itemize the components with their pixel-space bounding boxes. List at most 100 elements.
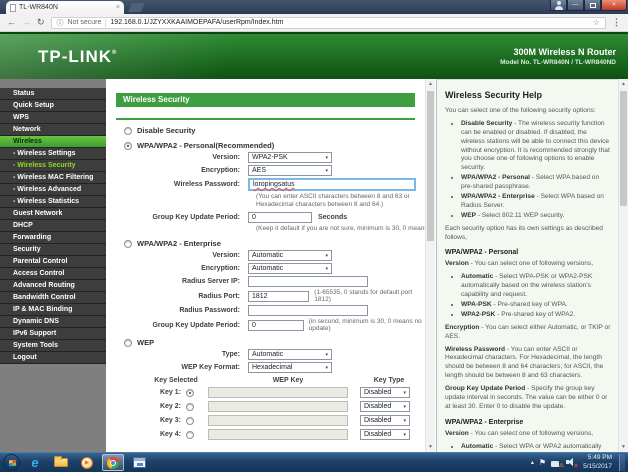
- wep-key-3-field[interactable]: [208, 415, 348, 427]
- bookmark-star-icon[interactable]: ☆: [593, 18, 600, 27]
- sidebar-item-quick-setup[interactable]: Quick Setup: [0, 100, 106, 112]
- profile-button[interactable]: [550, 0, 567, 11]
- sidebar-item-wireless[interactable]: Wireless: [0, 136, 106, 148]
- wep-key-2-type-select[interactable]: Disabled ▾: [360, 401, 410, 413]
- wep-format-select[interactable]: Hexadecimal ▾: [248, 362, 332, 374]
- radio-disable-security[interactable]: [124, 126, 132, 135]
- radius-ip-field[interactable]: [248, 276, 368, 288]
- sidebar-item-wireless-settings[interactable]: - Wireless Settings: [0, 148, 106, 160]
- sidebar-item-dynamic-dns[interactable]: Dynamic DNS: [0, 316, 106, 328]
- wep-key-2-field[interactable]: [208, 401, 348, 413]
- sidebar-item-ip-mac-binding[interactable]: IP & MAC Binding: [0, 304, 106, 316]
- sidebar-item-network[interactable]: Network: [0, 124, 106, 136]
- taskbar-explorer-icon[interactable]: [50, 454, 72, 471]
- radio-wep-key-3[interactable]: [186, 416, 194, 425]
- radio-wep-key-2[interactable]: [186, 402, 194, 411]
- taskbar-app-icon[interactable]: [128, 454, 150, 471]
- wep-key-1-type-select[interactable]: Disabled ▾: [360, 387, 410, 399]
- browser-menu-icon[interactable]: ⋮: [612, 18, 621, 27]
- help-scrollbar[interactable]: ▲ ▼: [618, 79, 628, 452]
- scroll-down-icon[interactable]: ▼: [619, 442, 628, 452]
- sidebar-item-access-control[interactable]: Access Control: [0, 268, 106, 280]
- wireless-password-value: loropingsatus: [253, 181, 295, 188]
- wpa-enterprise-option[interactable]: WPA/WPA2 - Enterprise: [124, 239, 425, 248]
- wep-key-4-type-select[interactable]: Disabled ▾: [360, 429, 410, 441]
- enterprise-gkup-field[interactable]: 0: [248, 319, 304, 331]
- wep-option[interactable]: WEP: [124, 338, 425, 347]
- sidebar-item-ipv6-support[interactable]: IPv6 Support: [0, 328, 106, 340]
- sidebar-item-wireless-security[interactable]: - Wireless Security: [0, 160, 106, 172]
- radio-wep-key-1[interactable]: [186, 388, 194, 397]
- maximize-button[interactable]: [584, 0, 601, 11]
- sidebar-item-logout[interactable]: Logout: [0, 352, 106, 364]
- wep-key-3-type-select[interactable]: Disabled ▾: [360, 415, 410, 427]
- scroll-up-icon[interactable]: ▲: [426, 79, 435, 89]
- definition: - You can select one of following versio…: [468, 260, 594, 268]
- content-scrollbar[interactable]: ▲ ▼: [425, 79, 435, 452]
- radio-wep[interactable]: [124, 338, 132, 347]
- sidebar-item-bandwidth-control[interactable]: Bandwidth Control: [0, 292, 106, 304]
- info-icon[interactable]: ⓘ: [57, 18, 64, 28]
- scroll-up-icon[interactable]: ▲: [619, 79, 628, 89]
- scrollbar-thumb[interactable]: [427, 91, 434, 241]
- start-button[interactable]: [3, 454, 20, 471]
- new-tab-button[interactable]: [127, 3, 146, 12]
- tab-close-icon[interactable]: ×: [116, 4, 120, 11]
- radius-password-field[interactable]: [248, 305, 368, 317]
- volume-muted-icon[interactable]: ×: [566, 458, 578, 470]
- sidebar-item-status[interactable]: Status: [0, 88, 106, 100]
- action-center-flag-icon[interactable]: ⚑: [539, 458, 546, 467]
- enterprise-encryption-select[interactable]: Automatic ▾: [248, 263, 332, 275]
- taskbar-media-player-icon[interactable]: ▶: [76, 454, 98, 471]
- disable-security-option[interactable]: Disable Security: [124, 126, 425, 135]
- sidebar-item-forwarding[interactable]: Forwarding: [0, 232, 106, 244]
- personal-encryption-row: Encryption: AES ▾: [106, 165, 425, 176]
- term: WPA-PSK: [461, 301, 492, 309]
- taskbar-clock[interactable]: 5:49 PM 5/15/2017: [583, 454, 614, 472]
- wep-key-row: Key 4: Disabled ▾: [134, 429, 425, 441]
- radius-port-field[interactable]: 1812: [248, 290, 310, 302]
- sidebar-item-wireless-statistics[interactable]: - Wireless Statistics: [0, 196, 106, 208]
- wireless-password-row: Wireless Password: loropingsatus: [106, 178, 425, 191]
- minimize-button[interactable]: —: [567, 0, 584, 11]
- sidebar-item-system-tools[interactable]: System Tools: [0, 340, 106, 352]
- radio-wpa-personal[interactable]: [124, 141, 132, 150]
- sidebar-item-dhcp[interactable]: DHCP: [0, 220, 106, 232]
- taskbar-ie-icon[interactable]: e: [24, 454, 46, 471]
- sidebar-item-wps[interactable]: WPS: [0, 112, 106, 124]
- personal-version-select[interactable]: WPA2-PSK ▾: [248, 152, 332, 163]
- wpa-personal-option[interactable]: WPA/WPA2 - Personal(Recommended): [124, 141, 425, 150]
- scroll-down-icon[interactable]: ▼: [426, 442, 435, 452]
- sidebar-item-advanced-routing[interactable]: Advanced Routing: [0, 280, 106, 292]
- tray-expand-icon[interactable]: ▴: [531, 460, 534, 466]
- chevron-down-icon: ▾: [325, 265, 328, 272]
- wep-type-select[interactable]: Automatic ▾: [248, 349, 332, 361]
- sidebar-item-wireless-advanced[interactable]: - Wireless Advanced: [0, 184, 106, 196]
- chevron-down-icon: ▾: [325, 364, 328, 371]
- close-button[interactable]: ×: [601, 0, 627, 11]
- enterprise-version-select[interactable]: Automatic ▾: [248, 250, 332, 262]
- wireless-password-field[interactable]: loropingsatus: [248, 178, 416, 191]
- scrollbar-thumb[interactable]: [620, 91, 627, 206]
- enterprise-gkup-value: 0: [252, 321, 256, 329]
- wep-key-4-field[interactable]: [208, 429, 348, 441]
- reload-icon[interactable]: ↻: [37, 18, 45, 27]
- network-status-icon[interactable]: [551, 459, 564, 469]
- forward-icon[interactable]: →: [22, 18, 31, 27]
- taskbar-chrome-icon[interactable]: [102, 454, 124, 471]
- browser-tab[interactable]: TL-WR840N ×: [6, 1, 124, 14]
- show-desktop-button[interactable]: [619, 453, 625, 472]
- personal-encryption-select[interactable]: AES ▾: [248, 165, 332, 176]
- sidebar-item-security[interactable]: Security: [0, 244, 106, 256]
- sidebar-item-wireless-mac-filtering[interactable]: - Wireless MAC Filtering: [0, 172, 106, 184]
- personal-gkup-field[interactable]: 0: [248, 211, 312, 223]
- back-icon[interactable]: ←: [7, 18, 16, 27]
- sidebar-item-guest-network[interactable]: Guest Network: [0, 208, 106, 220]
- list-item: WPA/WPA2 - Enterprise - Select WPA based…: [461, 193, 611, 211]
- radio-wpa-enterprise[interactable]: [124, 239, 132, 248]
- list-item: WPA-PSK - Pre-shared key of WPA.: [461, 301, 611, 310]
- radio-wep-key-4[interactable]: [186, 430, 194, 439]
- sidebar-item-parental-control[interactable]: Parental Control: [0, 256, 106, 268]
- address-bar[interactable]: ⓘ Not secure 192.168.0.1/JZYXXKAAIMOEPAF…: [50, 16, 606, 29]
- wep-key-1-field[interactable]: [208, 387, 348, 399]
